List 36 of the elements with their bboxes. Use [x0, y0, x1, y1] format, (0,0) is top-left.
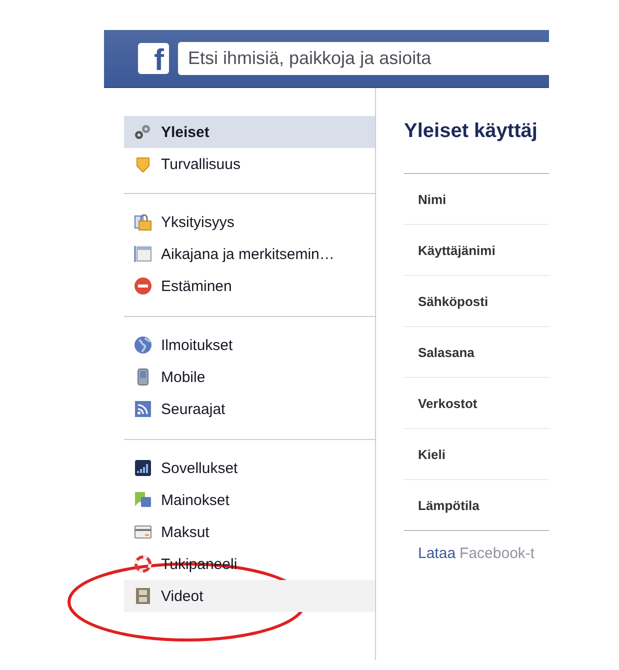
sidebar-item[interactable]: Mobile — [124, 361, 375, 393]
sidebar-item[interactable]: Sovellukset — [124, 452, 375, 484]
sidebar-item[interactable]: Aikajana ja merkitsemin… — [124, 238, 375, 270]
sidebar-item[interactable]: Turvallisuus — [124, 148, 375, 180]
rss-icon — [134, 400, 152, 418]
block-icon — [134, 277, 152, 295]
sidebar-item[interactable]: Yleiset — [124, 116, 375, 148]
ads-icon — [134, 491, 152, 509]
setting-label: Sähköposti — [418, 294, 488, 308]
download-link[interactable]: Lataa — [418, 545, 456, 562]
apps-icon — [134, 459, 152, 477]
sidebar-item[interactable]: Videot — [124, 580, 375, 612]
setting-label: Nimi — [418, 192, 446, 206]
gears-icon — [134, 123, 152, 141]
sidebar-item[interactable]: Ilmoitukset — [124, 329, 375, 361]
lifebuoy-icon — [134, 555, 152, 573]
timeline-icon — [134, 245, 152, 263]
lock-icon — [134, 213, 152, 231]
setting-label: Verkostot — [418, 396, 478, 410]
film-strip-icon — [134, 587, 152, 605]
globe-icon — [134, 336, 152, 354]
sidebar-item[interactable]: Mainokset — [124, 484, 375, 516]
setting-label: Salasana — [418, 344, 474, 360]
credit-card-icon — [134, 523, 152, 541]
page-title: Yleiset käyttäj — [404, 119, 538, 144]
sidebar-item[interactable]: Estäminen — [124, 270, 375, 302]
sidebar-item[interactable]: Yksityisyys — [124, 206, 375, 238]
search-field[interactable]: Etsi ihmisiä, paikkoja ja asioita — [178, 42, 549, 75]
sidebar-item[interactable]: Maksut — [124, 516, 375, 548]
setting-label: Kieli — [418, 446, 446, 462]
setting-label: Käyttäjänimi — [418, 242, 496, 258]
setting-label: Lämpötila — [418, 498, 480, 512]
footer-text: Facebook-t — [460, 545, 535, 562]
shield-icon — [134, 155, 152, 173]
logo[interactable]: f — [138, 43, 169, 74]
sidebar-item[interactable]: Seuraajat — [124, 393, 375, 425]
